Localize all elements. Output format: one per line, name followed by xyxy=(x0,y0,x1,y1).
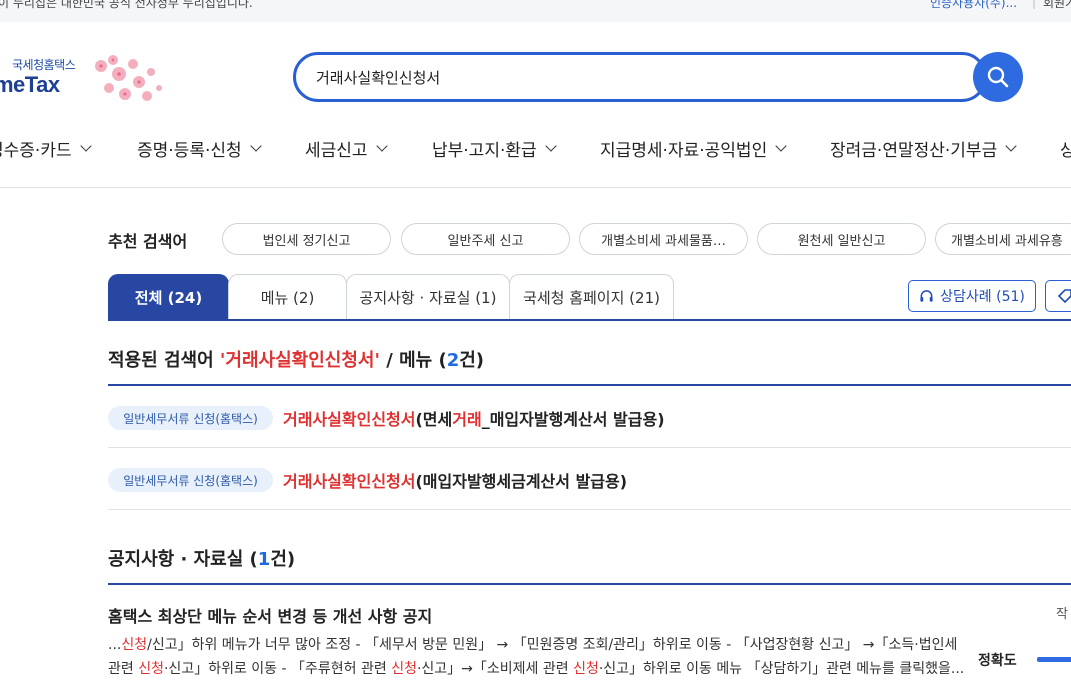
title-keyword: '거래사실확인신청서' xyxy=(219,350,380,371)
result-text: _매입자발행계산서 발급용) xyxy=(481,410,665,429)
hometax-logo[interactable]: 국세청홈택스 meTax xyxy=(0,50,174,110)
recommend-chip[interactable]: 법인세 정기신고 xyxy=(222,223,391,255)
category-badge: 일반세무서류 신청(홈택스) xyxy=(108,468,273,492)
cert-user-link[interactable]: 인증사용자(주)... xyxy=(930,0,1017,11)
notice-section-title: 공지사항 · 자료실 (1건) xyxy=(108,545,295,571)
snippet-text: ·신고」→「소비제세 관련 xyxy=(416,661,574,677)
accuracy-label: 정확도 xyxy=(978,653,1017,669)
title-count: 2 xyxy=(446,350,460,371)
recommend-chip[interactable]: 개별소비세 과세물품… xyxy=(579,223,748,255)
nav-item-tax-report[interactable]: 세금신고 xyxy=(305,136,388,161)
nav-label: 영수증·카드 xyxy=(0,141,72,161)
consult-button-label: 상담사례 (51) xyxy=(940,289,1025,305)
chevron-down-icon xyxy=(79,139,92,152)
topbar-divider: | xyxy=(1032,0,1037,9)
menu-result-link[interactable]: 거래사실확인신청서(매입자발행세금계산서 발급용) xyxy=(283,468,627,492)
snippet-text: /신고」하위 메뉴가 너무 많아 조정 - 「세무서 방문 민원」 → 「민원증… xyxy=(147,637,958,653)
snippet-highlight: 신청 xyxy=(138,661,164,677)
result-highlight: 거래사실확인신청서 xyxy=(283,472,416,491)
snippet-highlight: 신청 xyxy=(391,661,417,677)
recommend-chip[interactable]: 일반주세 신고 xyxy=(401,223,570,255)
nav-label: 납부·고지·환급 xyxy=(432,141,537,161)
row-divider xyxy=(108,447,1071,448)
nav-label: 상 xyxy=(1060,141,1071,161)
title-middle: / 메뉴 ( xyxy=(379,350,447,371)
title-prefix: 적용된 검색어 xyxy=(108,350,220,371)
logo-small-text: 국세청홈택스 xyxy=(12,58,76,72)
result-text: (면세 xyxy=(415,410,453,429)
result-text: (매입자발행세금계산서 발급용) xyxy=(415,472,628,491)
search-input[interactable] xyxy=(316,66,956,88)
snippet-highlight: 신청 xyxy=(121,637,148,653)
row-divider xyxy=(108,509,1071,510)
search-box[interactable] xyxy=(293,52,987,102)
nav-item-incentive[interactable]: 장려금·연말정산·기부금 xyxy=(830,136,1017,161)
nav-label: 증명·등록·신청 xyxy=(137,141,242,161)
logo-big-text: meTax xyxy=(0,72,60,97)
search-icon xyxy=(987,66,1009,88)
snippet-text: 관련 xyxy=(108,661,139,677)
notice-snippet-line: ...신청/신고」하위 메뉴가 너무 많아 조정 - 「세무서 방문 민원」 →… xyxy=(108,634,957,654)
nav-item-certificate[interactable]: 증명·등록·신청 xyxy=(137,136,262,161)
snippet-highlight: 신청 xyxy=(573,661,599,677)
chevron-down-icon xyxy=(249,139,262,152)
title-suffix: 건) xyxy=(270,549,296,570)
nav-item-consult[interactable]: 상 xyxy=(1060,136,1071,161)
snippet-text: ... xyxy=(108,637,122,653)
recommend-chip[interactable]: 원천세 일반신고 xyxy=(757,223,926,255)
section-divider xyxy=(108,384,1071,386)
title-suffix: 건) xyxy=(459,350,485,371)
result-highlight: 거래 xyxy=(452,410,482,429)
tab-nts-homepage[interactable]: 국세청 홈페이지 (21) xyxy=(509,274,674,320)
recommend-chip[interactable]: 개별소비세 과세유흥 xyxy=(935,223,1071,255)
gov-notice-text: 이 누리집은 대한민국 공식 전자정부 누리집입니다. xyxy=(0,0,253,10)
accuracy-sort-bar[interactable] xyxy=(1037,657,1071,662)
member-join-link[interactable]: 회원가입 xyxy=(1043,0,1071,11)
consult-cases-button[interactable]: 상담사례 (51) xyxy=(908,280,1036,312)
side-write-label: 작 xyxy=(1056,607,1068,622)
nav-label: 세금신고 xyxy=(305,141,368,161)
snippet-text: ·신고」하위로 이동 메뉴 「상담하기」관련 메뉴를 클릭했을... xyxy=(598,661,965,677)
chevron-down-icon xyxy=(544,139,557,152)
nav-item-receipt[interactable]: 영수증·카드 xyxy=(0,136,92,161)
global-nav: 영수증·카드 증명·등록·신청 세금신고 납부·고지·환급 지급명세·자료·공익… xyxy=(0,124,1071,188)
tab-all[interactable]: 전체 (24) xyxy=(108,274,229,320)
nav-label: 장려금·연말정산·기부금 xyxy=(830,141,998,161)
top-notice-bar: 이 누리집은 대한민국 공식 전자정부 누리집입니다. 인증사용자(주)... … xyxy=(0,0,1071,22)
tab-notice[interactable]: 공지사항 · 자료실 (1) xyxy=(346,274,510,320)
nav-label: 지급명세·자료·공익법인 xyxy=(600,141,768,161)
menu-section-title: 적용된 검색어 '거래사실확인신청서' / 메뉴 (2건) xyxy=(108,346,484,372)
title-prefix: 공지사항 · 자료실 ( xyxy=(108,549,258,570)
chevron-down-icon xyxy=(1005,139,1017,152)
nav-item-payment[interactable]: 납부·고지·환급 xyxy=(432,136,557,161)
notice-item-title[interactable]: 홈택스 최상단 메뉴 순서 변경 등 개선 사항 공지 xyxy=(108,603,432,627)
chevron-down-icon xyxy=(775,139,787,152)
cherry-blossom-icon xyxy=(95,55,162,101)
title-count: 1 xyxy=(257,549,271,570)
recommend-label: 추천 검색어 xyxy=(108,232,188,251)
result-highlight: 거래사실확인신청서 xyxy=(283,410,416,429)
menu-result-link[interactable]: 거래사실확인신청서(면세거래_매입자발행계산서 발급용) xyxy=(283,406,665,430)
tag-filter-button[interactable] xyxy=(1045,280,1071,312)
snippet-text: ·신고」하위로 이동 - 「주류현허 관련 xyxy=(163,661,392,677)
notice-snippet-line: 관련 신청·신고」하위로 이동 - 「주류현허 관련 신청·신고」→「소비제세 … xyxy=(108,658,964,678)
chevron-down-icon xyxy=(375,139,388,152)
search-button[interactable] xyxy=(973,52,1023,102)
tab-menu[interactable]: 메뉴 (2) xyxy=(228,274,347,320)
category-badge: 일반세무서류 신청(홈택스) xyxy=(108,406,273,430)
section-divider xyxy=(108,583,1071,585)
tag-icon xyxy=(1057,289,1071,304)
nav-item-statement[interactable]: 지급명세·자료·공익법인 xyxy=(600,136,787,161)
tab-underline xyxy=(108,319,1071,321)
headset-icon xyxy=(920,289,933,302)
